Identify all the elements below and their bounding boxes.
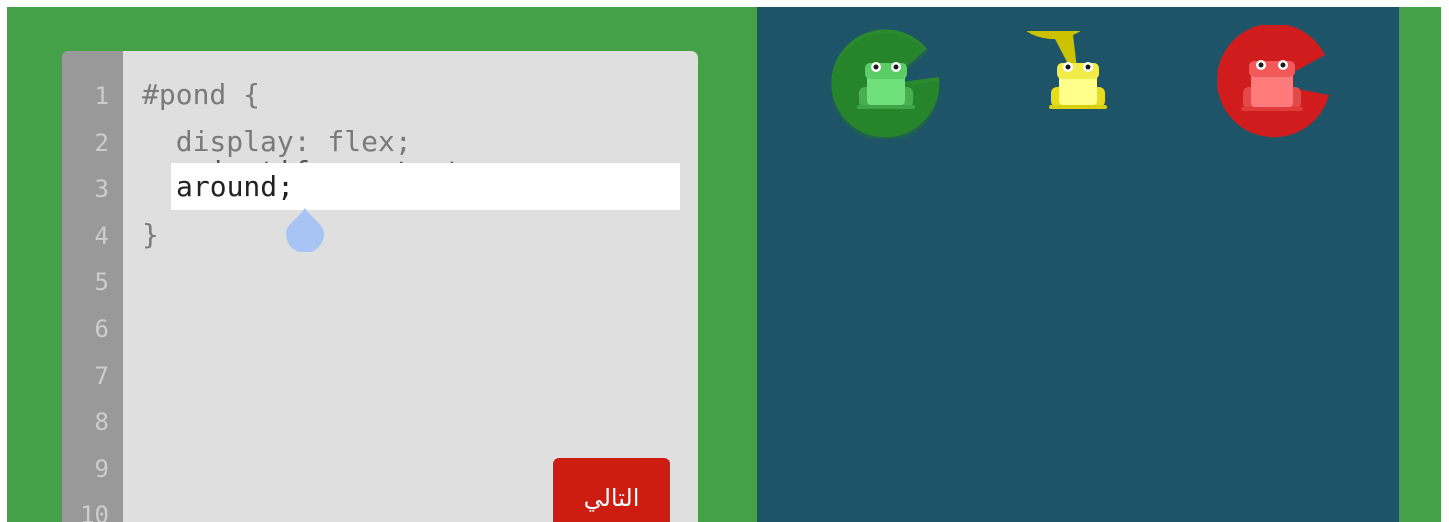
yellow-frog-icon (1006, 7, 1107, 109)
line-number: 8 (94, 408, 109, 436)
game-stage: 1 2 3 4 5 6 7 8 9 10 #pond { display: fl… (7, 7, 1441, 522)
line-number: 10 (80, 501, 109, 522)
line-number: 7 (94, 362, 109, 390)
line-number: 1 (94, 82, 109, 110)
line-number: 5 (94, 268, 109, 296)
red-frog-icon (1216, 23, 1329, 138)
text-cursor-handle-icon[interactable] (285, 206, 325, 256)
line-number: 2 (94, 129, 109, 157)
pond (757, 7, 1399, 522)
red-lilypad (1213, 23, 1331, 147)
code-line-display: display: flex; (142, 125, 412, 158)
code-input-box[interactable] (171, 163, 680, 210)
scrolled-text-fragment: justify-content: space- (175, 155, 575, 163)
line-number: 3 (94, 175, 109, 203)
line-number: 6 (94, 315, 109, 343)
line-number: 4 (94, 222, 109, 250)
next-button[interactable]: التالي (553, 458, 670, 522)
css-editor: 1 2 3 4 5 6 7 8 9 10 #pond { display: fl… (62, 51, 698, 522)
line-number-gutter: 1 2 3 4 5 6 7 8 9 10 (62, 51, 123, 522)
green-frog-icon (831, 29, 940, 142)
line-number: 9 (94, 455, 109, 483)
code-line-close-brace: } (142, 218, 159, 251)
css-answer-input[interactable] (176, 163, 666, 210)
yellow-lilypad (1006, 7, 1131, 141)
code-line-selector: #pond { (142, 78, 261, 111)
green-lilypad (831, 29, 941, 143)
